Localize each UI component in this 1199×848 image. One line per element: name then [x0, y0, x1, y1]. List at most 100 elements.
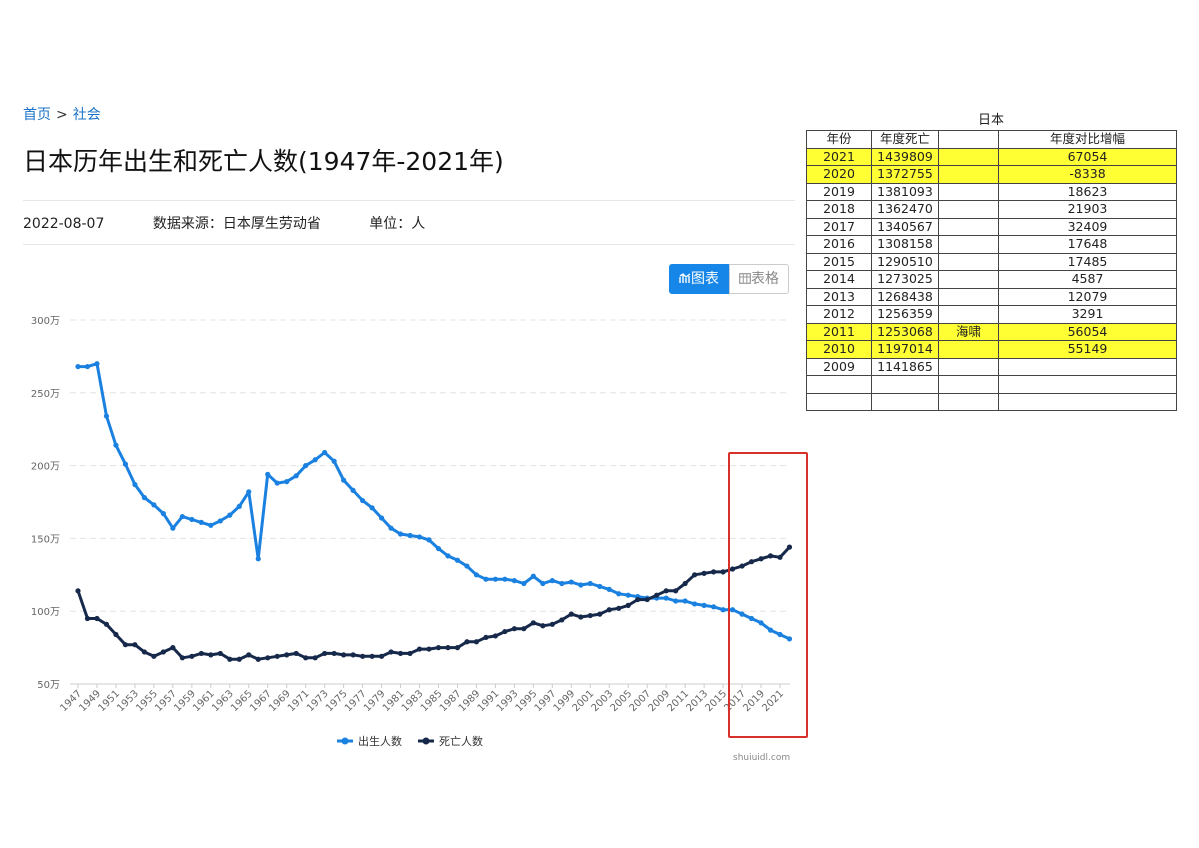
births-point[interactable] [407, 532, 413, 539]
deaths-point[interactable] [94, 615, 100, 622]
births-point[interactable] [454, 557, 461, 563]
deaths-point[interactable] [246, 652, 252, 658]
births-point[interactable] [682, 598, 688, 604]
deaths-point[interactable] [616, 605, 622, 611]
deaths-point[interactable] [682, 580, 688, 587]
deaths-point[interactable] [322, 650, 328, 657]
deaths-point[interactable] [445, 645, 451, 651]
deaths-point[interactable] [113, 631, 119, 638]
table-view-button[interactable]: 表格 [729, 264, 789, 294]
deaths-point[interactable] [265, 655, 271, 661]
deaths-point[interactable] [492, 633, 499, 639]
deaths-point[interactable] [559, 617, 565, 623]
deaths-point[interactable] [416, 646, 423, 652]
deaths-point[interactable] [198, 650, 204, 657]
deaths-point[interactable] [151, 653, 157, 659]
births-point[interactable] [397, 531, 404, 537]
deaths-point[interactable] [673, 588, 679, 594]
births-point[interactable] [492, 576, 499, 582]
deaths-point[interactable] [473, 639, 480, 645]
births-point[interactable] [416, 534, 423, 540]
breadcrumb-home-link[interactable]: 首页 [23, 107, 51, 123]
deaths-point[interactable] [179, 655, 185, 661]
deaths-point[interactable] [540, 623, 546, 629]
births-point[interactable] [369, 505, 375, 511]
births-point[interactable] [303, 463, 309, 469]
deaths-point[interactable] [606, 607, 612, 613]
births-point[interactable] [246, 489, 252, 495]
births-point[interactable] [587, 580, 593, 587]
births-point[interactable] [198, 519, 204, 525]
deaths-point[interactable] [170, 645, 176, 651]
deaths-point[interactable] [284, 652, 290, 658]
deaths-point[interactable] [312, 655, 318, 661]
deaths-point[interactable] [217, 650, 223, 657]
deaths-point[interactable] [331, 650, 337, 657]
births-point[interactable] [350, 487, 356, 493]
legend-item-deaths[interactable]: 死亡人数 [418, 734, 483, 748]
deaths-point[interactable] [521, 626, 527, 632]
births-point[interactable] [132, 481, 138, 488]
births-point[interactable] [170, 525, 176, 531]
births-point[interactable] [388, 525, 394, 531]
births-point[interactable] [160, 511, 166, 517]
deaths-point[interactable] [208, 652, 214, 658]
deaths-point[interactable] [701, 570, 707, 576]
births-point[interactable] [483, 576, 489, 582]
deaths-point[interactable] [454, 645, 461, 651]
deaths-point[interactable] [359, 653, 366, 659]
deaths-point[interactable] [549, 621, 555, 627]
births-point[interactable] [75, 363, 81, 370]
births-point[interactable] [521, 580, 527, 587]
births-point[interactable] [84, 363, 91, 370]
births-point[interactable] [597, 583, 603, 590]
births-point[interactable] [312, 457, 318, 463]
births-point[interactable] [606, 586, 612, 592]
deaths-point[interactable] [502, 628, 508, 635]
deaths-point[interactable] [407, 650, 413, 657]
deaths-point[interactable] [568, 611, 574, 617]
births-point[interactable] [284, 479, 290, 485]
births-point[interactable] [141, 495, 148, 501]
deaths-point[interactable] [464, 639, 470, 645]
deaths-point[interactable] [597, 611, 603, 617]
births-point[interactable] [445, 553, 451, 559]
deaths-point[interactable] [435, 645, 442, 651]
births-point[interactable] [625, 592, 631, 598]
deaths-point[interactable] [369, 653, 375, 659]
births-point[interactable] [189, 516, 195, 523]
deaths-point[interactable] [75, 588, 81, 594]
births-point[interactable] [530, 573, 536, 579]
deaths-point[interactable] [227, 656, 233, 662]
deaths-point[interactable] [141, 649, 148, 655]
deaths-point[interactable] [692, 572, 698, 578]
births-point[interactable] [435, 545, 442, 552]
deaths-point[interactable] [654, 592, 660, 598]
births-point[interactable] [341, 477, 347, 483]
births-point[interactable] [559, 580, 565, 587]
births-point[interactable] [293, 473, 299, 479]
births-point[interactable] [426, 537, 432, 543]
deaths-point[interactable] [255, 656, 261, 662]
births-point[interactable] [113, 442, 119, 448]
breadcrumb-section-link[interactable]: 社会 [73, 107, 101, 123]
births-point[interactable] [378, 515, 385, 521]
deaths-point[interactable] [341, 652, 347, 658]
births-point[interactable] [208, 522, 214, 528]
births-point[interactable] [464, 563, 470, 569]
deaths-point[interactable] [720, 569, 726, 575]
deaths-point[interactable] [160, 649, 166, 655]
births-point[interactable] [331, 458, 337, 464]
legend-item-births[interactable]: 出生人数 [337, 734, 402, 748]
births-point[interactable] [663, 595, 669, 601]
births-point[interactable] [122, 461, 129, 467]
births-point[interactable] [578, 582, 584, 588]
deaths-point[interactable] [644, 596, 650, 603]
deaths-point[interactable] [274, 653, 280, 659]
deaths-point[interactable] [397, 650, 404, 657]
births-point[interactable] [255, 556, 261, 562]
births-point[interactable] [236, 503, 242, 509]
deaths-point[interactable] [483, 634, 489, 641]
deaths-point[interactable] [84, 615, 91, 622]
births-point[interactable] [103, 413, 110, 419]
